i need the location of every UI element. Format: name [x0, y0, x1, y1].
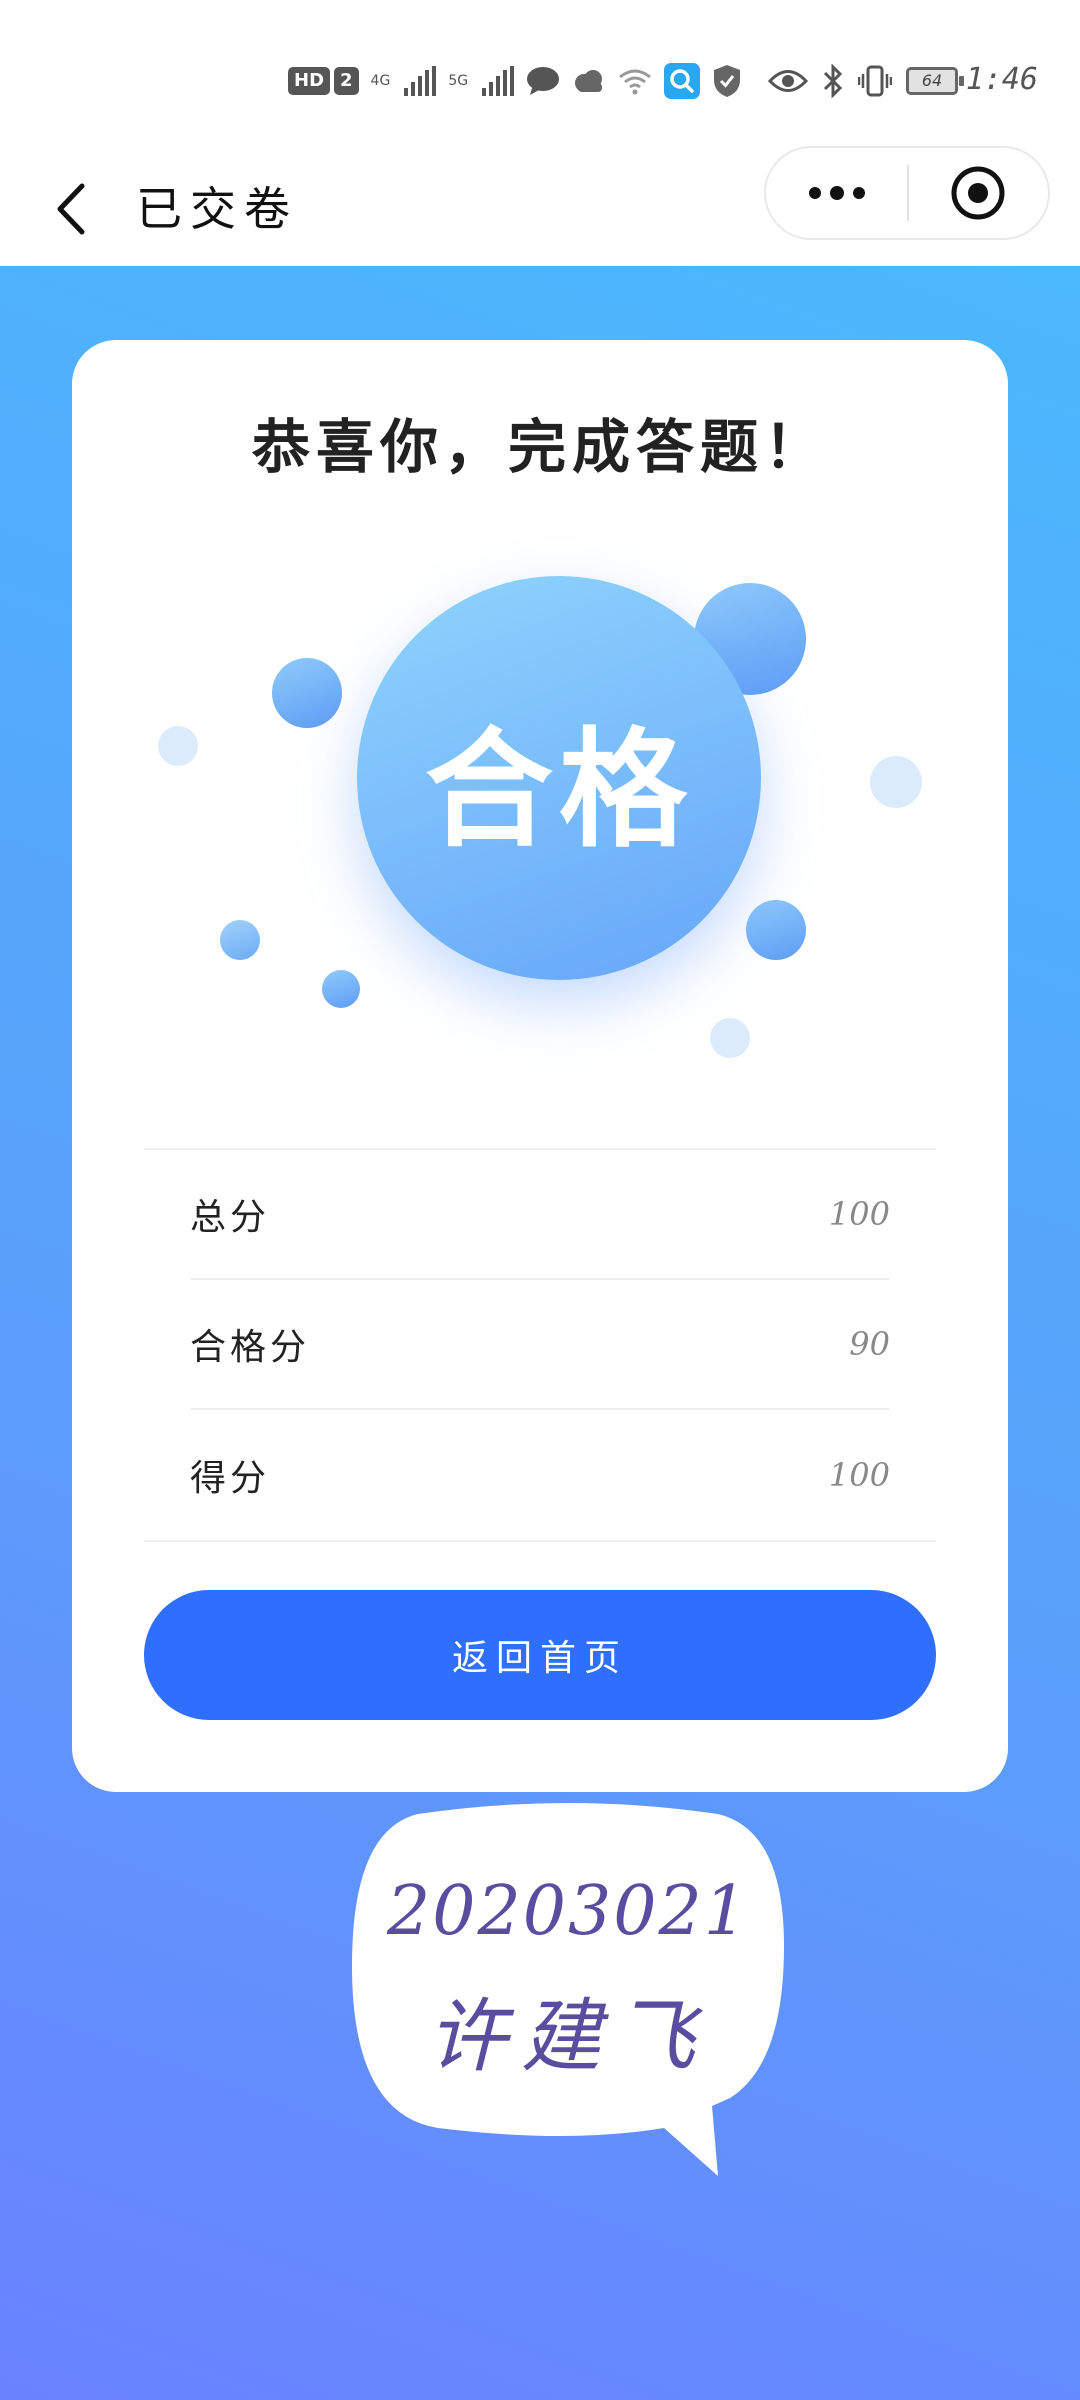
score-row-pass-mark: 合格分 90: [190, 1280, 890, 1410]
wifi-icon: [619, 69, 652, 95]
bubble-decoration: [322, 970, 360, 1008]
back-to-home-button[interactable]: 返回首页: [144, 1590, 936, 1720]
score-value: 100: [828, 1456, 890, 1494]
message-icon: [527, 67, 560, 95]
status-left-icons: HD 2 4G 5G: [288, 58, 742, 104]
sim-badge: 2: [334, 67, 359, 95]
status-right-icons: 64: [768, 58, 964, 104]
score-value: 100: [828, 1195, 890, 1233]
signal-1-icon: [404, 66, 437, 96]
score-label: 得分: [190, 1458, 271, 1499]
score-list: 总分 100 合格分 90 得分 100: [144, 1148, 936, 1542]
signal-2-icon: [482, 66, 515, 96]
bubble-decoration: [158, 726, 198, 766]
score-label: 总分: [190, 1197, 271, 1238]
student-id-text: 20203021: [386, 1872, 750, 1951]
bubble-decoration: [272, 658, 342, 728]
score-row-obtained: 得分 100: [190, 1410, 890, 1540]
battery-icon: 64: [906, 67, 964, 95]
bubble-decoration: [220, 920, 260, 960]
score-label: 合格分: [190, 1327, 311, 1368]
score-value: 90: [849, 1325, 890, 1363]
bubble-decoration: [870, 756, 922, 808]
result-card: 恭喜你，完成答题！ 合格 总分 100 合格分 90 得分 100 返回首页: [72, 340, 1008, 1792]
student-name-text: 许建飞: [427, 1990, 709, 2083]
speech-bubble-overlay: 20203021 许建飞: [348, 1796, 788, 2182]
vibrate-icon: [858, 65, 892, 97]
status-time: 1:46: [965, 62, 1038, 97]
close-mini-program-button[interactable]: [909, 148, 1048, 238]
target-icon: [951, 166, 1005, 220]
bubble-decoration: [746, 900, 806, 960]
bluetooth-icon: [823, 64, 843, 98]
hd-badge: HD: [288, 67, 331, 95]
more-dots-icon: [808, 186, 865, 200]
status-bar: HD 2 4G 5G 64 1:46: [0, 0, 1080, 150]
mini-program-capsule: [764, 146, 1050, 240]
back-button[interactable]: [40, 174, 100, 244]
shield-icon: [714, 65, 741, 97]
score-row-total: 总分 100: [190, 1150, 890, 1280]
result-text: 合格: [424, 715, 693, 865]
network-4g-label: 4G: [370, 73, 391, 89]
bubble-decoration: [710, 1018, 750, 1058]
page-title: 已交卷: [136, 182, 298, 236]
network-5g-label: 5G: [448, 73, 469, 89]
eye-icon: [768, 70, 808, 92]
cloud-icon: [575, 70, 603, 92]
result-badge: 合格: [357, 576, 761, 980]
chevron-left-icon: [57, 183, 85, 235]
search-app-icon: [664, 63, 701, 99]
more-button[interactable]: [766, 148, 907, 238]
congrats-headline: 恭喜你，完成答题！: [251, 413, 828, 481]
